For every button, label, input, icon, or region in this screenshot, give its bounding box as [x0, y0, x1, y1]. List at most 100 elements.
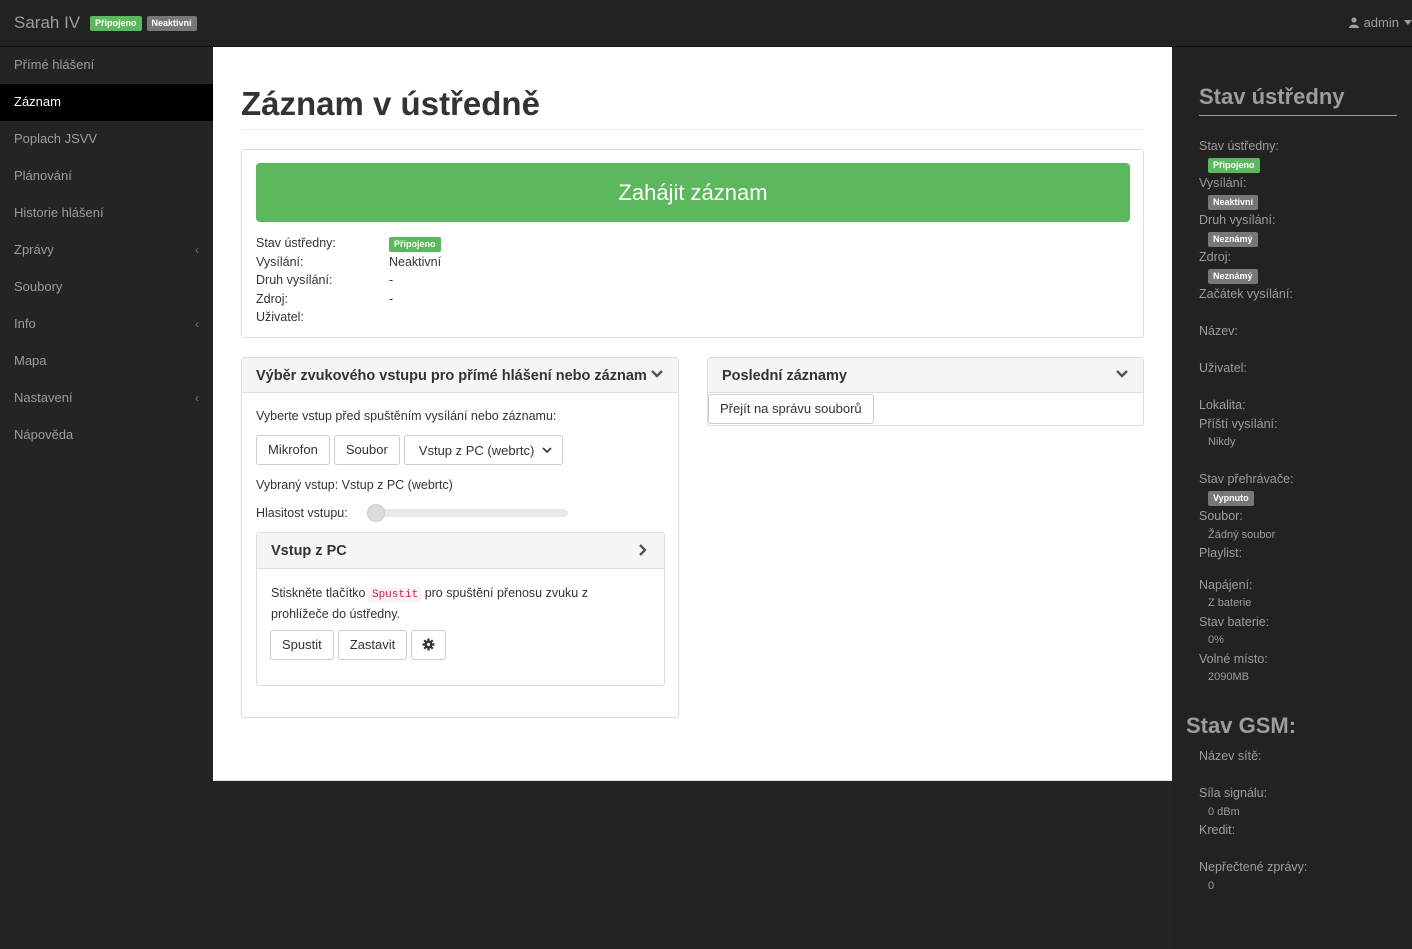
rb-playlist-label: Playlist: [1199, 546, 1243, 560]
rb-player-label: Stav přehrávače: [1199, 472, 1294, 486]
stop-button[interactable]: Zastavit [337, 630, 408, 660]
gsm-title: Stav GSM: [1186, 713, 1297, 738]
top-navbar: Sarah IV Připojeno Neaktivní admin [0, 0, 1412, 47]
status-sidebar: Stav ústředny Stav ústředny: Připojeno V… [1172, 47, 1412, 949]
user-icon [1348, 17, 1359, 28]
input-source-select[interactable]: Vstup z PC (webrtc) [403, 435, 564, 465]
navbar-status-badges: Připojeno Neaktivní [90, 16, 197, 31]
instruction-text: Stiskněte tlačítko [271, 586, 366, 600]
rb-signal-label: Síla signálu: [1199, 786, 1268, 800]
sidebar-item-planovani[interactable]: Plánování [0, 158, 213, 195]
status-badge: Připojeno [389, 237, 441, 252]
rb-start-label: Začátek vysílání: [1199, 287, 1293, 301]
rb-space-value: 2090MB [1208, 671, 1249, 683]
chevron-right-icon[interactable] [636, 543, 650, 557]
rb-state-label: Stav ústředny: [1199, 139, 1279, 153]
brand[interactable]: Sarah IV [14, 13, 80, 33]
file-manager-button[interactable]: Přejít na správu souborů [708, 394, 874, 424]
rb-kind-badge: Neznámý [1208, 231, 1258, 247]
rb-space-label: Volné místo: [1199, 651, 1268, 666]
pc-input-header[interactable]: Vstup z PC [257, 533, 664, 569]
recent-recordings-panel: Poslední záznamy Přejít na správu soubor… [707, 357, 1144, 426]
status-sidebar-title: Stav ústředny [1199, 84, 1345, 109]
microphone-button[interactable]: Mikrofon [256, 435, 330, 465]
sidebar-item-mapa[interactable]: Mapa [0, 343, 213, 380]
rb-power-label: Napájení: [1199, 577, 1253, 592]
rb-player-badge: Vypnuto [1208, 490, 1254, 506]
chevron-down-icon[interactable] [650, 367, 664, 381]
record-panel: Zahájit záznam Stav ústředny: Připojeno V… [241, 149, 1144, 338]
chevron-left-icon: ‹ [195, 243, 199, 257]
rb-battery-value: 0% [1208, 634, 1224, 646]
sidebar-item-soubory[interactable]: Soubory [0, 269, 213, 306]
rb-broadcast-badge: Neaktivní [1208, 194, 1259, 210]
rb-signal-value: 0 dBm [1208, 805, 1240, 818]
caret-down-icon [1404, 20, 1412, 25]
sidebar-item-nastaveni[interactable]: Nastavení ‹ [0, 380, 213, 417]
instruction-text-3: prohlížeče do ústředny. [271, 606, 401, 621]
title-divider [241, 129, 1144, 130]
sidebar-item-label: Zprávy [14, 242, 54, 257]
connected-badge: Připojeno [90, 16, 142, 31]
user-menu[interactable]: admin [1348, 15, 1412, 30]
sidebar-item-poplach-jsvv[interactable]: Poplach JSVV [0, 121, 213, 158]
rb-source-label: Zdroj: [1199, 250, 1231, 264]
recent-panel-title: Poslední záznamy [722, 368, 847, 384]
rb-kind-label: Druh vysílání: [1199, 213, 1276, 227]
sidebar-item-label: Mapa [14, 353, 47, 368]
chevron-left-icon: ‹ [195, 391, 199, 405]
kind-value: - [389, 273, 394, 287]
sidebar-item-label: Plánování [14, 168, 72, 183]
rb-network-label: Název sítě: [1199, 749, 1262, 763]
sidebar-item-zpravy[interactable]: Zprávy ‹ [0, 232, 213, 269]
sidebar-item-label: Soubory [14, 279, 63, 294]
rb-unread-value: 0 [1208, 879, 1215, 892]
status-sidebar-list: Stav ústředny: Připojeno Vysílání: Neakt… [1199, 137, 1399, 687]
input-panel-header[interactable]: Výběr zvukového vstupu pro přímé hlášení… [242, 358, 678, 393]
selected-input-text: Vybraný vstup: Vstup z PC (webrtc) [256, 478, 453, 492]
inactive-badge: Neaktivní [146, 16, 197, 31]
kind-label: Druh vysílání: [256, 273, 333, 287]
volume-slider-thumb[interactable] [367, 504, 385, 522]
rb-file-value: Žádný soubor [1208, 528, 1276, 541]
sidebar-item-label: Přímé hlášení [14, 57, 95, 72]
sidebar-item-label: Historie hlášení [14, 205, 104, 220]
file-button[interactable]: Soubor [333, 435, 400, 465]
rb-state-badge: Připojeno [1208, 157, 1260, 173]
page-title: Záznam v ústředně [241, 85, 540, 122]
recent-panel-header[interactable]: Poslední záznamy [708, 358, 1143, 393]
rb-location-label: Lokalita: [1199, 398, 1246, 412]
sidebar-item-label: Záznam [14, 94, 61, 109]
sidebar-item-zaznam[interactable]: Záznam [0, 84, 213, 121]
broadcast-label: Vysílání: [256, 254, 304, 269]
volume-row: Hlasitost vstupu: [256, 503, 586, 523]
status-sidebar-divider [1199, 115, 1397, 116]
chevron-down-icon[interactable] [1115, 367, 1129, 381]
sidebar-item-napoveda[interactable]: Nápověda [0, 417, 213, 454]
rb-battery-label: Stav baterie: [1199, 614, 1270, 629]
sidebar-item-label: Info [14, 316, 36, 331]
chevron-left-icon: ‹ [195, 317, 199, 331]
rb-file-label: Soubor: [1199, 509, 1243, 523]
sidebar-item-info[interactable]: Info ‹ [0, 306, 213, 343]
instruction-text-2: pro spuštění přenosu zvuku z [424, 586, 588, 600]
volume-slider-track[interactable] [376, 509, 568, 517]
sidebar-item-prime-hlaseni[interactable]: Přímé hlášení [0, 47, 213, 84]
rb-credit-label: Kredit: [1199, 823, 1236, 837]
source-label: Zdroj: [256, 291, 288, 306]
input-panel-title: Výběr zvukového vstupu pro přímé hlášení… [256, 368, 647, 384]
start-button[interactable]: Spustit [270, 630, 334, 660]
instruction-code: Spustit [368, 588, 422, 602]
settings-button[interactable] [411, 630, 447, 660]
broadcast-value: Neaktivní [389, 254, 442, 269]
pc-input-panel: Vstup z PC Stiskněte tlačítko Spustit pr… [256, 532, 665, 686]
sidebar-item-historie[interactable]: Historie hlášení [0, 195, 213, 232]
rb-next-label: Příští vysílání: [1199, 416, 1278, 431]
sidebar-item-label: Poplach JSVV [14, 131, 98, 146]
rb-next-value: Nikdy [1208, 436, 1236, 448]
rb-user-label: Uživatel: [1199, 361, 1247, 375]
input-select-panel: Výběr zvukového vstupu pro přímé hlášení… [241, 357, 679, 718]
rb-unread-label: Nepřečtené zprávy: [1199, 860, 1308, 874]
start-recording-button[interactable]: Zahájit záznam [256, 163, 1130, 222]
source-value: - [389, 291, 394, 306]
